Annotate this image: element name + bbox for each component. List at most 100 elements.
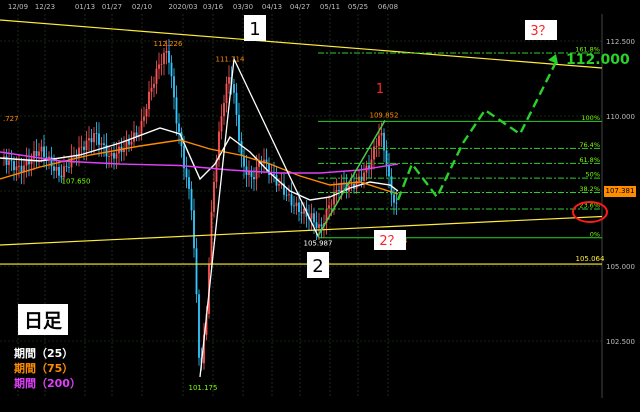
candle-body <box>198 294 200 358</box>
legend-ma-25: 期間（25） <box>14 347 74 360</box>
candle-body <box>293 205 295 207</box>
moving-average-legend: 期間（25） 期間（75） 期間（200） <box>14 346 81 391</box>
x-tick-label: 04/13 <box>262 3 282 11</box>
candle-body <box>303 208 305 214</box>
candle-body <box>360 176 363 181</box>
candle-body <box>320 224 323 227</box>
legend-ma-200: 期間（200） <box>14 377 81 390</box>
candle-body <box>213 181 215 212</box>
candle-body <box>385 150 388 165</box>
candle-body <box>90 138 93 143</box>
current-price-tag: 107.381 <box>604 186 636 197</box>
candle-body <box>143 116 145 121</box>
candle-body <box>163 52 165 64</box>
price-annotation: 101.175 <box>189 384 218 392</box>
price-chart-svg: 12/09 12/23 01/13 01/27 02/10 2020/03 03/16 03/… <box>0 3 635 398</box>
fib-level-label: 61.8% <box>579 156 600 164</box>
candle-body <box>328 205 330 209</box>
candle-body <box>190 188 193 211</box>
candle-body <box>393 194 395 203</box>
candle-body <box>255 166 258 180</box>
candle-body <box>53 166 55 171</box>
candle-body <box>35 151 38 156</box>
candle-body <box>193 210 195 249</box>
candle-body <box>310 213 313 219</box>
x-tick-label: 06/08 <box>378 3 398 11</box>
legend-ma-75: 期間（75） <box>14 362 74 375</box>
x-tick-label: 12/09 <box>8 3 28 11</box>
candle-body <box>160 63 163 65</box>
candle-body <box>195 248 198 295</box>
x-tick-label: 05/11 <box>320 3 340 11</box>
price-annotation: 107.650 <box>62 178 91 186</box>
upper-trendline <box>0 19 603 69</box>
candle-body <box>288 194 290 196</box>
candle-body <box>240 140 243 156</box>
candle-body <box>93 133 95 143</box>
candle-body <box>108 156 110 157</box>
wave-label-1: 1 <box>249 19 260 40</box>
x-tick-label: 12/23 <box>35 3 55 11</box>
price-annotation: 109.852 <box>370 111 399 119</box>
x-tick-label: 01/27 <box>102 3 122 11</box>
candle-body <box>238 114 240 141</box>
candle-body <box>55 166 58 171</box>
x-tick-label: 03/16 <box>203 3 224 11</box>
x-tick-label: 04/27 <box>290 3 310 11</box>
y-tick-label: 105.000 <box>606 263 635 271</box>
fib-level-label: 0% <box>590 230 600 238</box>
candle-body <box>155 68 158 84</box>
candle-body <box>140 120 143 135</box>
candle-body <box>40 146 43 152</box>
candle-body <box>388 164 390 177</box>
candle-body <box>363 172 365 181</box>
candle-body <box>80 146 83 148</box>
y-tick-label: 112.500 <box>606 38 635 46</box>
wave-label-red-3: 3？ <box>530 24 551 39</box>
candle-body <box>103 143 105 145</box>
candle-body <box>13 161 15 171</box>
candle-body <box>158 64 160 69</box>
candle-body <box>185 168 188 178</box>
price-annotation: 105.064 <box>576 255 605 263</box>
candle-body <box>315 222 318 229</box>
wave-count-line <box>199 56 386 378</box>
candle-body <box>168 50 170 63</box>
candle-body <box>178 123 180 133</box>
wave-label-red-2: 2？ <box>379 234 400 249</box>
candle-body <box>98 133 100 145</box>
candle-body <box>233 84 235 93</box>
candle-body <box>223 103 225 117</box>
candle-body <box>170 62 173 77</box>
y-tick-label: 110.000 <box>606 113 635 121</box>
timeframe-label: 日足 <box>18 304 69 335</box>
candle-body <box>88 138 90 141</box>
price-annotation: 105.987 <box>304 239 333 247</box>
candle-body <box>235 92 238 115</box>
candle-body <box>243 155 245 167</box>
candle-body <box>130 141 133 145</box>
candle-body <box>115 153 118 159</box>
candle-body <box>58 166 60 176</box>
candle-body <box>358 176 360 181</box>
wave-label-red-1: 1 <box>376 82 384 97</box>
candle-body <box>298 202 300 212</box>
candle-body <box>153 83 155 88</box>
x-tick-label: 2020/03 <box>168 3 197 11</box>
x-tick-label: 03/30 <box>233 3 253 11</box>
candle-body <box>165 50 168 53</box>
ma-25-line <box>0 127 399 201</box>
candle-body <box>273 173 275 176</box>
candle-body <box>383 132 385 151</box>
candle-body <box>378 135 380 146</box>
candle-body <box>43 146 45 157</box>
projection-arrow-head <box>548 54 558 64</box>
price-annotation: 111.714 <box>216 56 245 64</box>
candle-body <box>10 160 13 162</box>
candle-body <box>15 166 18 171</box>
candle-body <box>20 165 23 173</box>
candle-body <box>285 194 288 196</box>
candle-body <box>330 204 333 206</box>
wave-label-2: 2 <box>312 256 323 277</box>
price-annotation: 112.226 <box>154 40 183 48</box>
